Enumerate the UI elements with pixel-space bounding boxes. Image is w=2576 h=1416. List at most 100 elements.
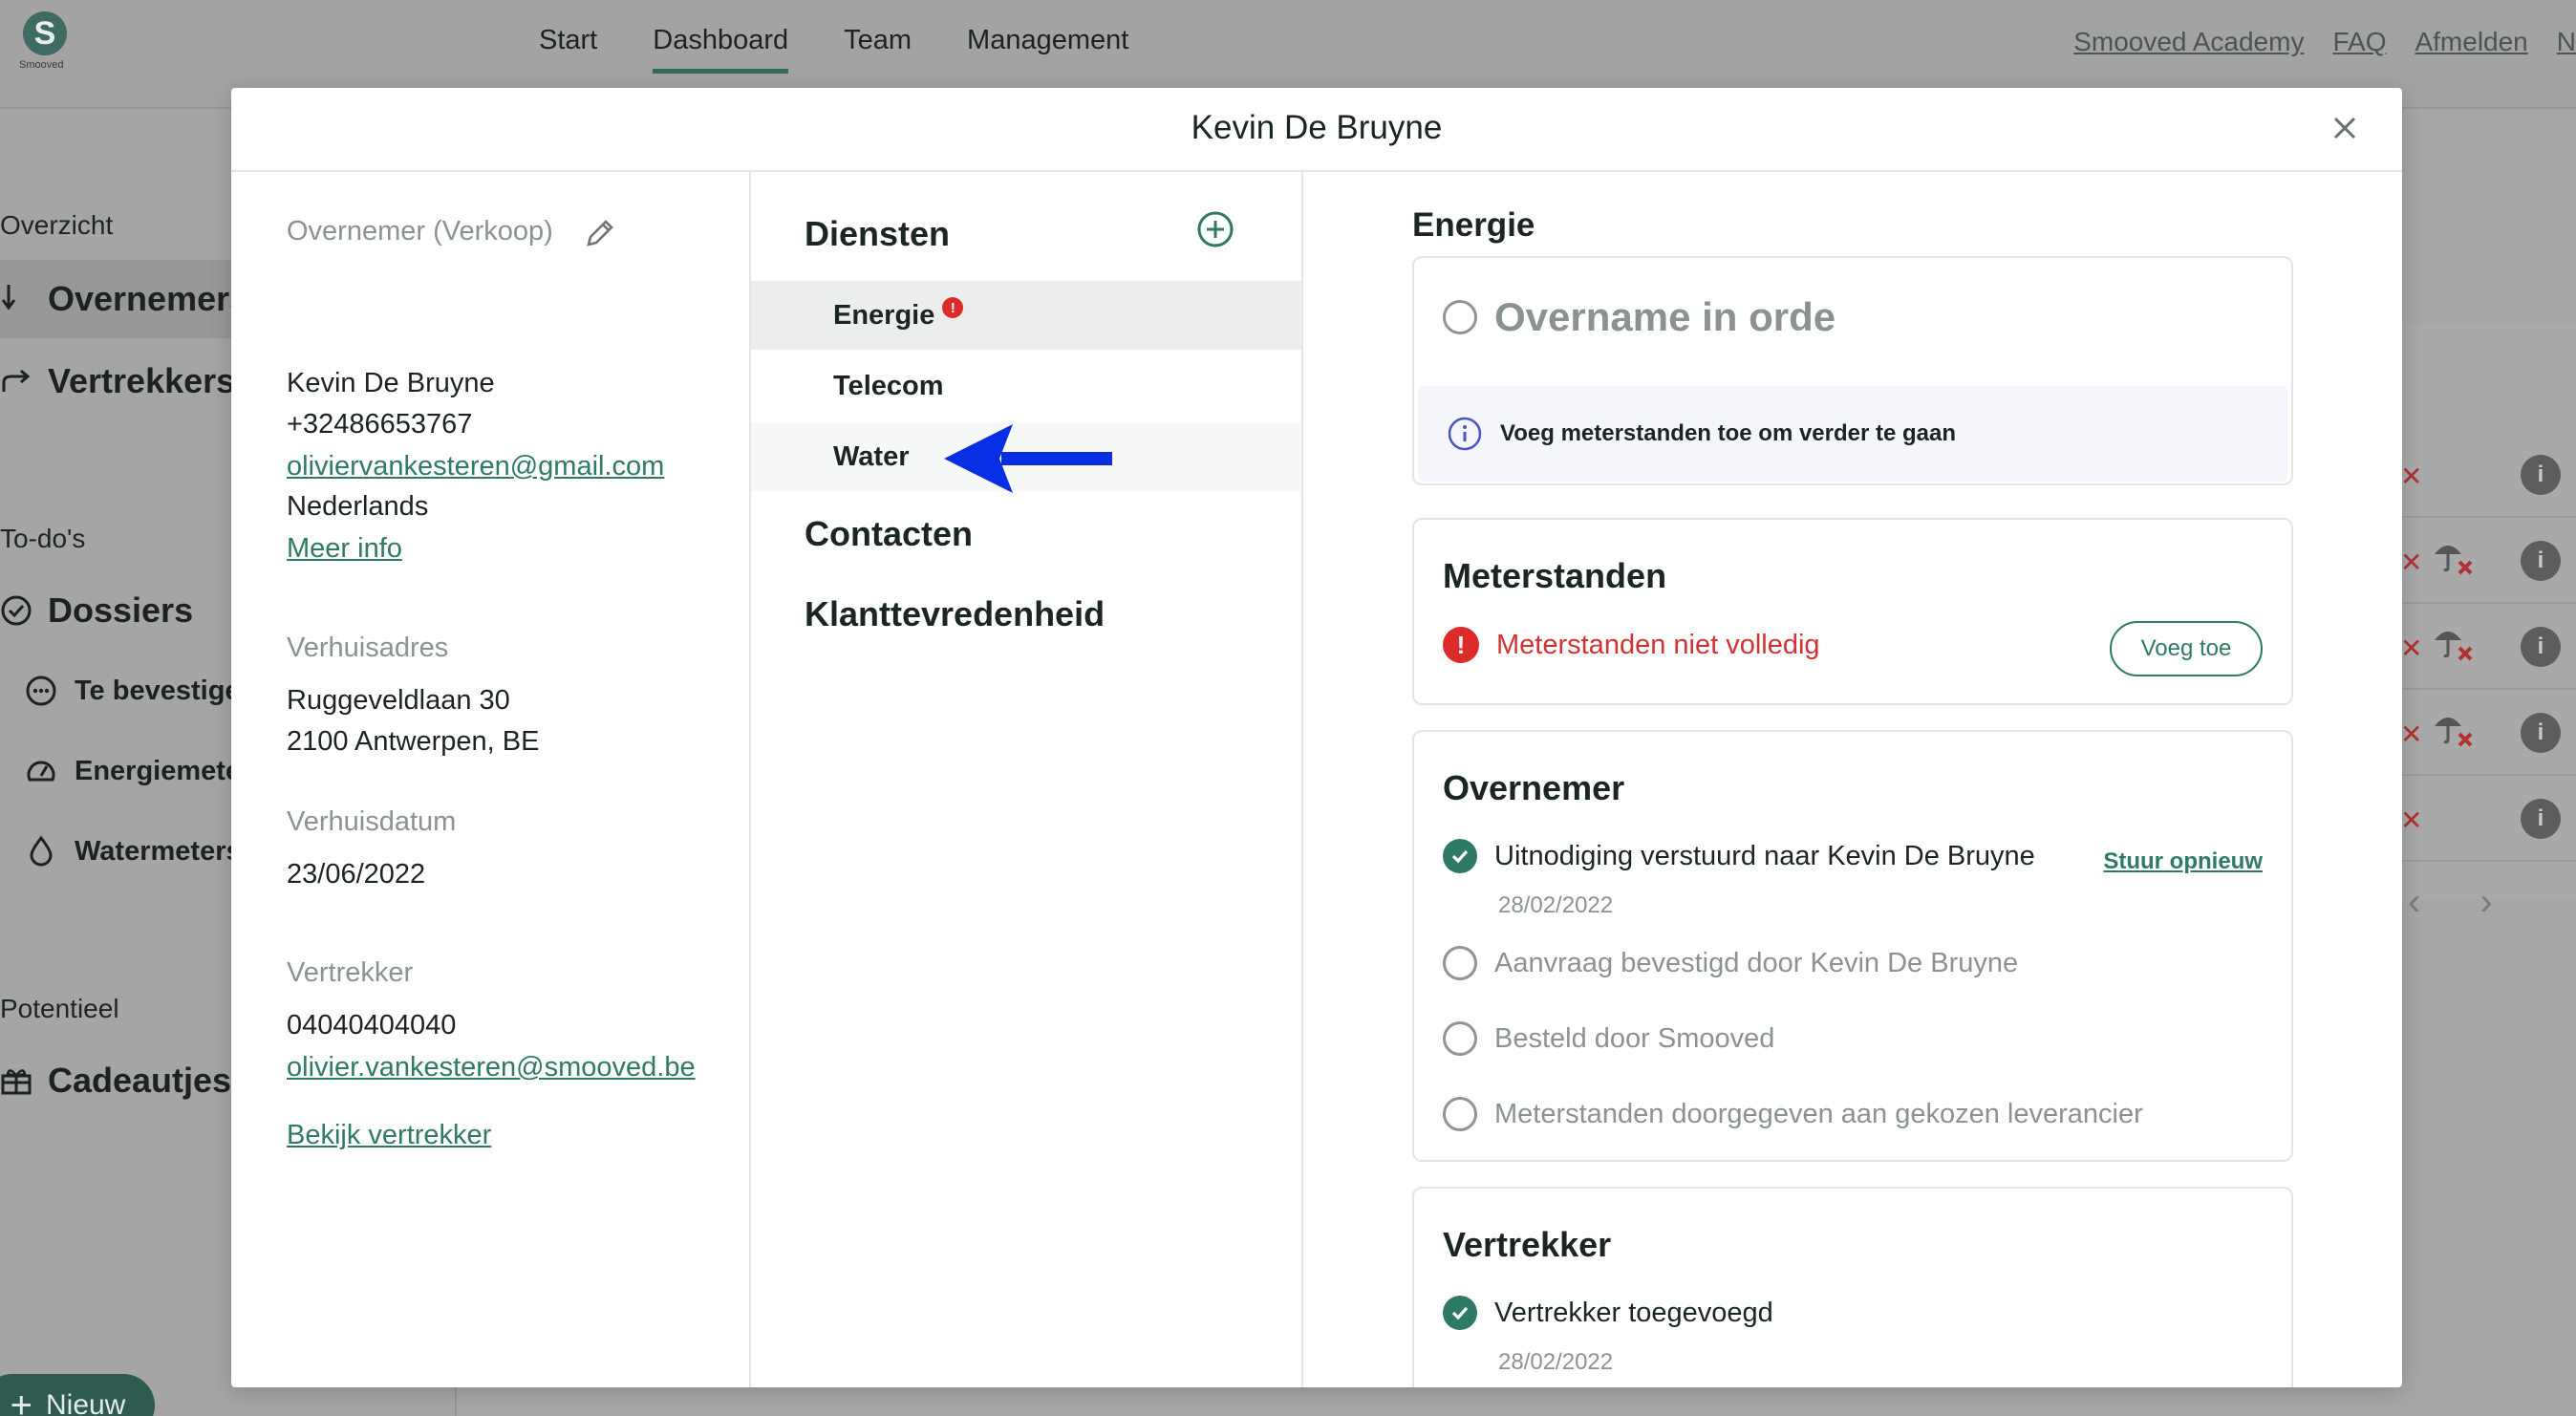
pager-prev-icon[interactable]: ‹: [2408, 881, 2420, 924]
meters-title: Meterstanden: [1443, 556, 1667, 595]
sidebar-item-watermeters[interactable]: Watermeters: [25, 835, 242, 868]
step-label: Vertrekker toegevoegd: [1494, 1297, 1773, 1328]
satisfaction-heading[interactable]: Klanttevredenheid: [805, 594, 1105, 634]
taker-step-2: Aanvraag bevestigd door Kevin De Bruyne: [1443, 946, 2018, 980]
taker-title: Overnemer: [1443, 768, 1625, 807]
meters-card: Meterstanden ! Meterstanden niet volledi…: [1412, 518, 2293, 705]
status-title: Overname in orde: [1494, 294, 1836, 339]
service-item-energie[interactable]: Energie !: [751, 281, 1301, 350]
contact-detail-modal: Kevin De Bruyne Overnemer (Verkoop) Kevi…: [231, 88, 2402, 1387]
cross-icon: ✕: [2400, 805, 2423, 835]
leaver-phone: 04040404040: [287, 1010, 457, 1041]
taker-step-4: Meterstanden doorgegeven aan gekozen lev…: [1443, 1097, 2143, 1131]
step-label: Meterstanden doorgegeven aan gekozen lev…: [1494, 1098, 2143, 1129]
sidebar-item-label: Cadeautjes: [48, 1061, 232, 1100]
info-text: Voeg meterstanden toe om verder te gaan: [1500, 420, 1957, 446]
address-line-2: 2100 Antwerpen, BE: [287, 726, 540, 757]
sidebar-item-te-bevestigen[interactable]: Te bevestigen: [25, 675, 257, 707]
info-icon[interactable]: i: [2521, 455, 2561, 495]
info-icon[interactable]: i: [2521, 541, 2561, 581]
meters-error-row: ! Meterstanden niet volledig: [1443, 627, 1820, 663]
table-row: ✕ i: [2400, 604, 2576, 690]
sidebar-item-vertrekkers[interactable]: Vertrekkers: [0, 361, 235, 401]
sidebar-heading-overview: Overzicht: [0, 210, 114, 240]
nav-team[interactable]: Team: [844, 25, 912, 56]
error-icon: !: [1443, 627, 1479, 663]
add-meters-button[interactable]: Voeg toe: [2110, 621, 2263, 676]
link-faq[interactable]: FAQ: [2332, 27, 2386, 57]
role-label: Overnemer (Verkoop): [287, 216, 553, 247]
table-row: ✕ i: [2400, 432, 2576, 518]
leaver-title: Vertrekker: [1443, 1225, 1612, 1264]
sidebar-item-cadeautjes[interactable]: Cadeautjes: [0, 1061, 231, 1101]
edit-pencil-icon[interactable]: [583, 216, 617, 250]
service-label: Energie: [833, 299, 935, 331]
services-heading: Diensten: [805, 214, 951, 253]
new-button[interactable]: + Nieuw: [0, 1374, 155, 1416]
service-label: Telecom: [833, 370, 944, 401]
check-circle-icon: [1443, 1296, 1477, 1330]
logo-text: Smooved: [19, 59, 64, 71]
moving-date-label: Verhuisdatum: [287, 806, 457, 837]
info-icon[interactable]: i: [2521, 713, 2561, 753]
taker-step-1: Uitnodiging verstuurd naar Kevin De Bruy…: [1443, 839, 2035, 873]
more-info-link[interactable]: Meer info: [287, 533, 402, 565]
gauge-icon: [25, 755, 57, 787]
person-language: Nederlands: [287, 491, 429, 522]
background-table-actions: ✕ i ✕ i ✕ i ✕ i ✕ i: [2400, 325, 2576, 898]
smooved-logo[interactable]: S Smooved: [19, 11, 76, 75]
table-row: ✕ i: [2400, 690, 2576, 776]
leaver-card: Vertrekker Vertrekker toegevoegd 28/02/2…: [1412, 1187, 2293, 1387]
services-panel: Diensten Energie ! Telecom Water Contact…: [751, 172, 1303, 1387]
cross-icon: ✕: [2400, 633, 2423, 663]
energy-section-title: Energie: [1412, 206, 1535, 244]
empty-circle-icon: [1443, 1021, 1477, 1056]
leaver-email-link[interactable]: olivier.vankesteren@smooved.be: [287, 1052, 696, 1083]
arrow-turn-right-icon: [0, 365, 32, 397]
main-nav: Start Dashboard Team Management: [539, 25, 1128, 74]
taker-step-3: Besteld door Smooved: [1443, 1021, 1774, 1056]
more-circle-icon: [25, 675, 57, 707]
status-card: Overname in orde Voeg meterstanden toe o…: [1412, 256, 2293, 485]
link-truncated[interactable]: N: [2557, 27, 2576, 57]
link-academy[interactable]: Smooved Academy: [2073, 27, 2304, 57]
modal-header: Kevin De Bruyne: [231, 88, 2402, 172]
nav-management[interactable]: Management: [967, 25, 1128, 56]
add-service-icon[interactable]: [1196, 210, 1234, 248]
cross-icon: ✕: [2400, 461, 2423, 491]
step-date: 28/02/2022: [1498, 892, 1614, 918]
sidebar-item-dossiers[interactable]: Dossiers: [0, 590, 193, 631]
empty-circle-icon: [1443, 300, 1477, 334]
contacts-heading[interactable]: Contacten: [805, 514, 973, 554]
person-email-link[interactable]: oliviervankesteren@gmail.com: [287, 451, 664, 483]
taker-card: Overnemer Uitnodiging verstuurd naar Kev…: [1412, 730, 2293, 1162]
link-logout[interactable]: Afmelden: [2415, 27, 2527, 57]
person-phone: +32486653767: [287, 409, 473, 440]
pager-next-icon[interactable]: ›: [2479, 881, 2492, 924]
cross-icon: ✕: [2400, 719, 2423, 749]
info-icon[interactable]: i: [2521, 799, 2561, 839]
sidebar-item-label: Dossiers: [48, 590, 194, 630]
leaver-step-1: Vertrekker toegevoegd: [1443, 1296, 1773, 1330]
sidebar-item-label: Overnemers: [48, 279, 249, 318]
step-label: Aanvraag bevestigd door Kevin De Bruyne: [1494, 947, 2019, 978]
info-circle-icon: [1448, 417, 1482, 451]
annotation-arrow-icon: [944, 424, 1112, 493]
close-icon[interactable]: [2326, 109, 2364, 147]
nav-dashboard[interactable]: Dashboard: [653, 25, 788, 74]
info-banner: Voeg meterstanden toe om verder te gaan: [1418, 386, 2287, 482]
water-drop-icon: [25, 835, 57, 868]
umbrella-cross-icon: [2435, 632, 2473, 661]
service-item-telecom[interactable]: Telecom: [751, 352, 1301, 420]
umbrella-cross-icon: [2435, 546, 2473, 575]
person-name: Kevin De Bruyne: [287, 368, 495, 398]
resend-link[interactable]: Stuur opnieuw: [2103, 848, 2263, 875]
view-leaver-link[interactable]: Bekijk vertrekker: [287, 1120, 491, 1151]
meters-error-text: Meterstanden niet volledig: [1496, 629, 1820, 660]
logo-mark: S: [23, 11, 67, 55]
top-links: Smooved Academy FAQ Afmelden N: [2073, 27, 2576, 57]
pagination: ‹ ›: [2408, 881, 2493, 924]
info-icon[interactable]: i: [2521, 627, 2561, 667]
umbrella-cross-icon: [2435, 718, 2473, 747]
nav-start[interactable]: Start: [539, 25, 597, 56]
